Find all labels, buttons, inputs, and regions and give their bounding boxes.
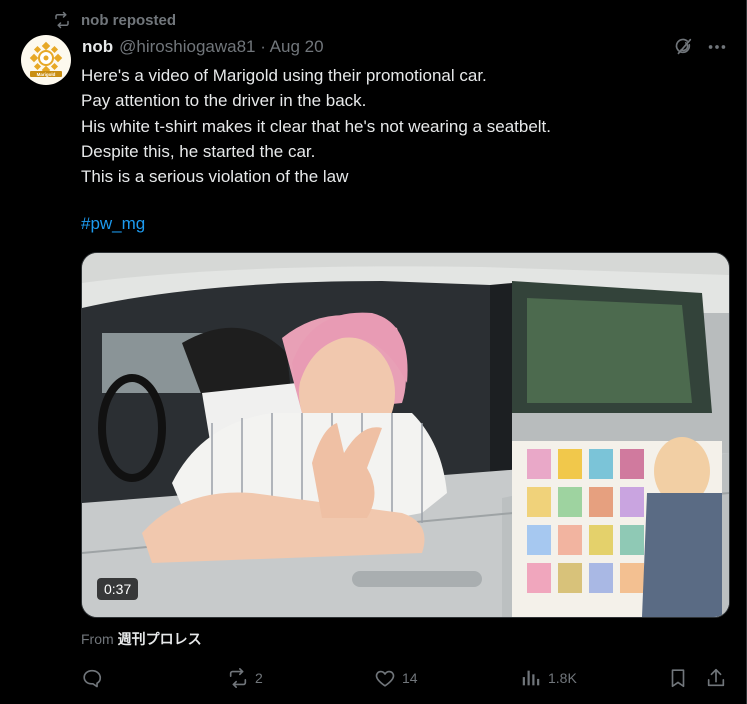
repost-icon — [55, 11, 69, 29]
views-count: 1.8K — [548, 670, 577, 686]
repost-count: 2 — [255, 670, 263, 686]
tweet-line: Here's a video of Marigold using their p… — [81, 66, 487, 85]
share-button[interactable] — [705, 666, 727, 690]
grok-icon[interactable] — [672, 36, 694, 58]
repost-icon — [229, 668, 247, 688]
author-name[interactable]: nob — [82, 37, 113, 57]
header-actions — [672, 36, 728, 58]
views-icon — [522, 670, 540, 686]
share-icon — [707, 668, 725, 687]
reply-button[interactable] — [81, 666, 109, 690]
avatar-logo-text: Marigold — [37, 72, 56, 77]
tweet-line: This is a serious violation of the law — [81, 167, 349, 187]
like-button[interactable]: 14 — [374, 666, 418, 690]
tweet-header: nob @hiroshiogawa81 · Aug 20 — [82, 37, 324, 57]
reply-icon — [83, 669, 102, 688]
source-name[interactable]: 週刊プロレス — [118, 631, 202, 647]
source-prefix: From — [81, 631, 114, 647]
media-source: From 週刊プロレス — [81, 629, 202, 649]
like-count: 14 — [402, 670, 418, 686]
bookmark-button[interactable] — [667, 666, 689, 690]
video-thumbnail — [82, 253, 729, 617]
video-duration: 0:37 — [97, 578, 139, 600]
avatar[interactable]: Marigold — [21, 35, 71, 85]
heart-icon — [375, 670, 395, 687]
tweet-line: Pay attention to the driver in the back. — [81, 91, 367, 111]
bookmark-icon — [671, 669, 685, 688]
repost-indicator[interactable]: nob reposted — [53, 9, 176, 31]
tweet-line: Despite this, he started the car. — [81, 141, 316, 161]
author-handle-date[interactable]: @hiroshiogawa81 · Aug 20 — [119, 37, 323, 57]
tweet-line: His white t-shirt makes it clear that he… — [81, 116, 552, 136]
repost-button[interactable]: 2 — [227, 666, 263, 690]
views-button[interactable]: 1.8K — [520, 666, 577, 690]
repost-label: nob reposted — [81, 11, 177, 29]
video-player[interactable]: 0:37 — [81, 252, 730, 618]
hashtag-link[interactable]: #pw_mg — [81, 214, 145, 234]
more-options-icon[interactable] — [706, 36, 728, 58]
tweet-text: Here's a video of Marigold using their p… — [81, 63, 721, 189]
